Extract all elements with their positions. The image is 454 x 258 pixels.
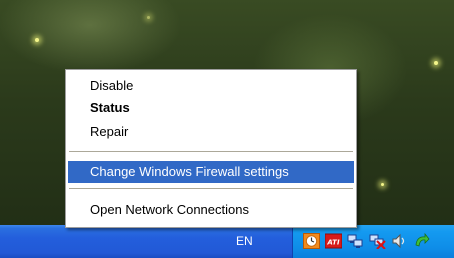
green-arrow-icon[interactable] [413, 232, 430, 249]
volume-icon[interactable] [391, 233, 408, 249]
firefly-light [381, 183, 384, 186]
menu-item-status[interactable]: Status [68, 97, 354, 119]
menu-separator [69, 188, 353, 190]
clock-icon[interactable] [303, 233, 320, 249]
language-indicator[interactable]: EN [236, 234, 253, 248]
ati-icon[interactable]: ATI [324, 233, 343, 249]
firefly-light [147, 16, 150, 19]
network-context-menu: Disable Status Repair Change Windows Fir… [65, 69, 357, 228]
taskbar: EN ATI [0, 225, 454, 258]
network-connection-icon[interactable] [347, 233, 364, 249]
firefly-light [434, 61, 438, 65]
svg-text:ATI: ATI [326, 239, 340, 247]
firefly-light [35, 38, 39, 42]
menu-separator [69, 151, 353, 153]
network-disconnected-icon[interactable] [369, 233, 386, 250]
menu-item-disable[interactable]: Disable [68, 75, 354, 97]
menu-item-open-network-connections[interactable]: Open Network Connections [68, 199, 354, 221]
system-tray: ATI [292, 225, 454, 258]
menu-item-change-firewall-settings[interactable]: Change Windows Firewall settings [68, 161, 354, 183]
menu-item-repair[interactable]: Repair [68, 121, 354, 143]
